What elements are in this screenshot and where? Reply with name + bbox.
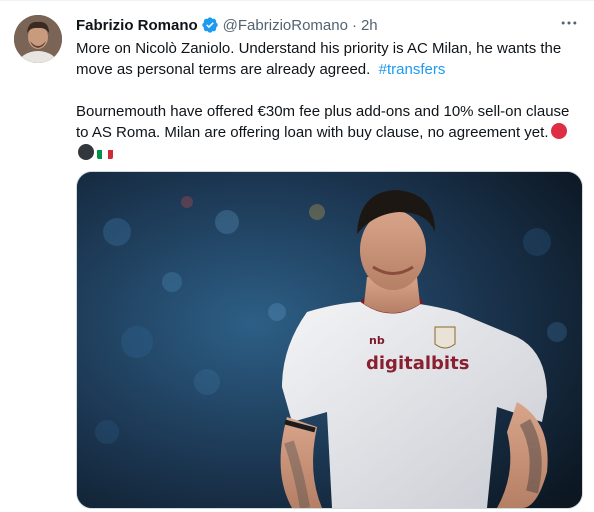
tweet-header: Fabrizio Romano @FabrizioRomano · 2h: [76, 14, 578, 36]
paragraph-1-text: More on Nicolò Zaniolo. Understand his p…: [76, 40, 562, 78]
shirt-sponsor-text: digitalbits: [366, 353, 469, 374]
header-separator: ·: [351, 16, 357, 34]
tweet-timestamp[interactable]: 2h: [361, 17, 378, 34]
author-handle[interactable]: @FabrizioRomano: [223, 17, 348, 34]
player-photo: nb digitalbits: [77, 172, 582, 508]
tweet[interactable]: Fabrizio Romano @FabrizioRomano · 2h Mor…: [0, 0, 594, 512]
user-avatar[interactable]: [14, 15, 62, 63]
author-name[interactable]: Fabrizio Romano: [76, 17, 198, 34]
tweet-text: More on Nicolò Zaniolo. Understand his p…: [76, 38, 581, 164]
kit-brand-logo: nb: [369, 334, 385, 347]
tweet-photo[interactable]: nb digitalbits: [76, 171, 583, 509]
paragraph-2-text: Bournemouth have offered €30m fee plus a…: [76, 103, 570, 141]
hashtag-link[interactable]: #transfers: [379, 61, 446, 78]
avatar-photo-icon: [14, 15, 62, 63]
black-circle-icon: [78, 144, 94, 160]
verified-badge-icon: [201, 17, 218, 33]
red-circle-icon: [550, 123, 567, 139]
more-horizontal-icon[interactable]: [558, 13, 580, 35]
tweet-paragraph-2: Bournemouth have offered €30m fee plus a…: [76, 101, 581, 164]
italy-flag-icon: [97, 147, 113, 159]
tweet-paragraph-1: More on Nicolò Zaniolo. Understand his p…: [76, 38, 581, 80]
